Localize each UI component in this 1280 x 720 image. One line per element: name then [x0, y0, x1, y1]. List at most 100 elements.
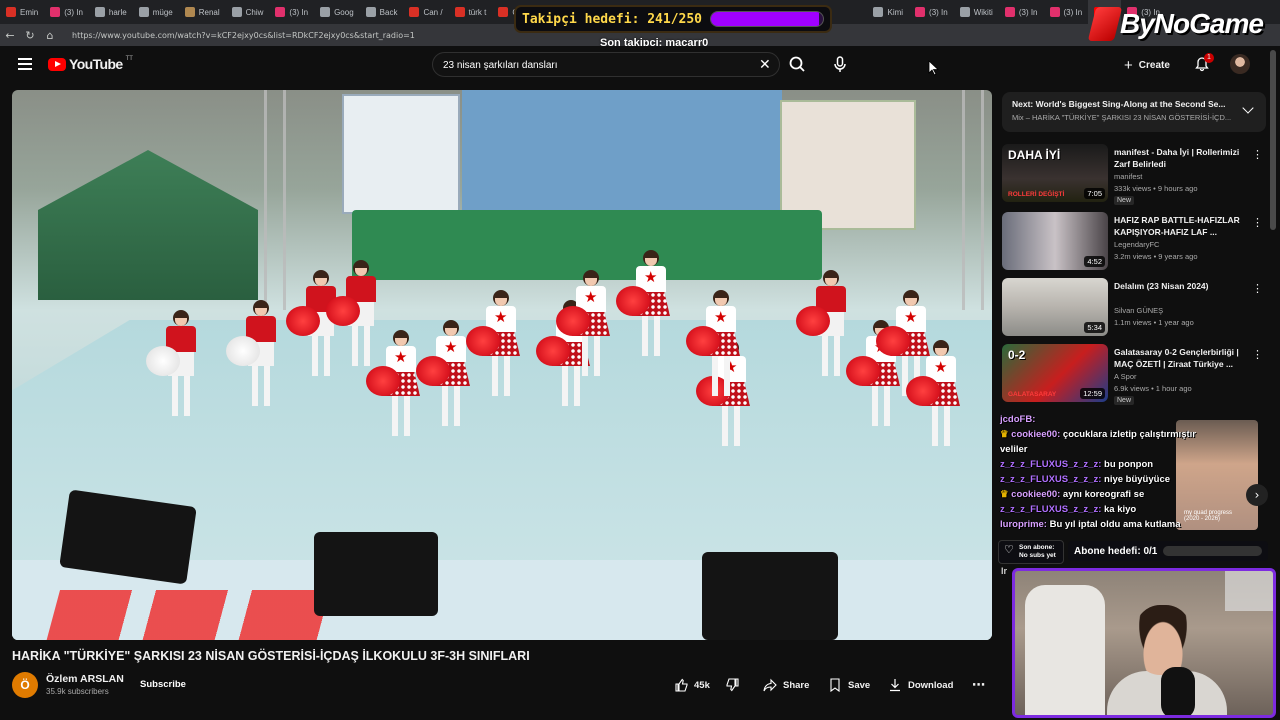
crown-icon: ♛: [1000, 489, 1012, 500]
video-player[interactable]: [12, 90, 992, 640]
chat-username[interactable]: z_z_z_FLUXUS_z_z_z:: [1000, 459, 1101, 470]
url-field[interactable]: https://www.youtube.com/watch?v=kCF2ejxy…: [72, 31, 415, 40]
video-scene-pompom: [846, 356, 880, 386]
streamer-webcam: [1012, 568, 1276, 718]
more-options-icon[interactable]: ⋮: [1252, 216, 1263, 229]
create-button[interactable]: + Create: [1124, 54, 1170, 76]
up-next-panel[interactable]: Next: World's Biggest Sing-Along at the …: [1002, 92, 1266, 132]
recommendation-title[interactable]: Galatasaray 0-2 Gençlerbirliği | MAÇ ÖZE…: [1114, 346, 1244, 370]
like-button[interactable]: 45k: [674, 676, 710, 694]
chat-username[interactable]: z_z_z_FLUXUS_z_z_z:: [1000, 504, 1101, 515]
chat-username[interactable]: luroprime:: [1000, 519, 1047, 530]
video-thumbnail[interactable]: 4:52: [1002, 212, 1108, 270]
browser-tab[interactable]: Kimi: [867, 0, 909, 24]
browser-tab[interactable]: Chiw: [226, 0, 270, 24]
follower-goal-widget: Takipçi hedefi: 241/250: [514, 5, 832, 33]
browser-tab[interactable]: türk t: [449, 0, 493, 24]
menu-icon[interactable]: [18, 58, 32, 70]
thumbnail-text: DAHA İYİ: [1008, 148, 1061, 162]
search-button[interactable]: [782, 52, 812, 77]
more-options-icon[interactable]: ⋮: [1252, 148, 1263, 161]
chat-text: ka kiyo: [1104, 504, 1137, 515]
stream-chat: jcdoFB: ♛ cookiee00: çocuklara izletip ç…: [1000, 412, 1200, 532]
browser-tab[interactable]: (3) In: [269, 0, 314, 24]
chat-username[interactable]: jcdoFB:: [1000, 414, 1035, 425]
chevron-down-icon[interactable]: [1242, 102, 1254, 114]
chat-username[interactable]: cookiee00:: [1011, 429, 1060, 440]
browser-tab[interactable]: harle: [89, 0, 133, 24]
tab-favicon-icon: [365, 7, 376, 17]
video-thumbnail[interactable]: 0-2 GALATASARAY 12:59: [1002, 344, 1108, 402]
chevron-right-icon[interactable]: ›: [1246, 484, 1268, 506]
browser-tab[interactable]: (3) In: [999, 0, 1044, 24]
browser-tab[interactable]: Renal: [179, 0, 226, 24]
browser-tab[interactable]: Emin: [0, 0, 44, 24]
browser-tab[interactable]: (3) In: [1044, 0, 1089, 24]
browser-tab[interactable]: Can /: [403, 0, 448, 24]
reload-icon[interactable]: ↻: [20, 29, 40, 42]
like-count: 45k: [694, 679, 710, 691]
recommendation-title[interactable]: Delalım (23 Nisan 2024): [1114, 280, 1244, 292]
back-icon[interactable]: ←: [0, 29, 20, 42]
page-scrollbar[interactable]: [1270, 46, 1276, 246]
download-button[interactable]: Download: [888, 676, 953, 694]
browser-tab[interactable]: (3) In: [44, 0, 89, 24]
chat-text: veliler: [1000, 444, 1028, 455]
recommendation-item[interactable]: 4:52 HAFIZ RAP BATTLE-HAFIZLAR KAPIŞIYOR-…: [1002, 212, 1266, 274]
search-input[interactable]: [443, 57, 743, 73]
chat-message: z_z_z_FLUXUS_z_z_z: niye büyüyüce: [1000, 472, 1200, 487]
recommendation-channel[interactable]: manifest: [1114, 172, 1244, 181]
subscribe-button[interactable]: Subscribe: [130, 676, 196, 694]
microphone-icon: [1161, 667, 1195, 715]
tab-label: (3) In: [929, 7, 948, 17]
tab-label: Chiw: [245, 7, 264, 17]
video-thumbnail[interactable]: 5:34: [1002, 278, 1108, 336]
mouse-cursor-icon: [928, 60, 940, 76]
chat-username[interactable]: cookiee00:: [1011, 489, 1060, 500]
tab-label: (3) In: [1018, 7, 1038, 17]
tab-favicon-icon: [94, 7, 105, 17]
more-options-icon[interactable]: ⋮: [1252, 348, 1263, 361]
youtube-logo[interactable]: YouTube TT: [48, 56, 133, 72]
clear-search-icon[interactable]: ✕: [759, 56, 771, 73]
browser-tab[interactable]: müge: [133, 0, 179, 24]
tab-label: müge: [152, 7, 173, 17]
dislike-button[interactable]: [726, 676, 740, 694]
video-scene-board: [342, 94, 460, 214]
chat-text: çocuklara izletip çalıştırmıştır: [1062, 429, 1196, 440]
webcam-chair: [1025, 585, 1105, 715]
share-button[interactable]: Share: [763, 676, 809, 694]
last-subscriber-widget: ♡ Son abone: No subs yet: [998, 540, 1064, 564]
recommendation-channel[interactable]: LegendaryFC: [1114, 240, 1244, 249]
brand-mark-icon: [1087, 7, 1123, 41]
stage-truss: [264, 90, 286, 310]
recommendation-item[interactable]: 5:34 Delalım (23 Nisan 2024) Silvan GÜNEŞ 1…: [1002, 278, 1266, 340]
recommendation-channel[interactable]: A Spor: [1114, 372, 1244, 381]
tab-favicon-icon: [275, 7, 286, 17]
video-thumbnail[interactable]: DAHA İYİ ROLLERİ DEĞİŞTİ 7:05: [1002, 144, 1108, 202]
more-actions-icon[interactable]: ⋯: [972, 676, 985, 694]
browser-tab[interactable]: Back: [360, 0, 404, 24]
recommendation-title[interactable]: HAFIZ RAP BATTLE-HAFIZLAR KAPIŞIYOR-HAFI…: [1114, 214, 1244, 238]
browser-tab[interactable]: Wikiti: [954, 0, 999, 24]
recommendation-title[interactable]: manifest - Daha İyi | Rollerimizi Zarf B…: [1114, 146, 1244, 170]
more-options-icon[interactable]: ⋮: [1252, 282, 1263, 295]
create-label: Create: [1138, 59, 1170, 71]
channel-avatar[interactable]: Ö: [12, 672, 38, 698]
chat-username[interactable]: z_z_z_FLUXUS_z_z_z:: [1000, 474, 1101, 485]
up-next-playlist: Mix – HARİKA "TÜRKİYE" ŞARKISI 23 NİSAN …: [1012, 113, 1232, 122]
recommendation-item[interactable]: 0-2 GALATASARAY 12:59 Galatasaray 0-2 Gençl…: [1002, 344, 1266, 406]
video-scene-pompom: [146, 346, 180, 376]
browser-tab[interactable]: (3) In: [909, 0, 954, 24]
channel-name[interactable]: Özlem ARSLAN: [46, 673, 124, 685]
thumbs-up-icon: [675, 678, 688, 692]
scrollbar-thumb[interactable]: [1270, 50, 1276, 230]
account-avatar[interactable]: [1230, 54, 1250, 74]
voice-search-icon[interactable]: [830, 54, 850, 74]
save-button[interactable]: Save: [828, 676, 870, 694]
home-icon[interactable]: ⌂: [40, 29, 60, 42]
recommendation-channel[interactable]: Silvan GÜNEŞ: [1114, 306, 1244, 315]
recommendation-item[interactable]: DAHA İYİ ROLLERİ DEĞİŞTİ 7:05 manifest - Da…: [1002, 144, 1266, 206]
clipped-text: Ir: [1001, 566, 1008, 576]
browser-tab[interactable]: Goog: [314, 0, 360, 24]
